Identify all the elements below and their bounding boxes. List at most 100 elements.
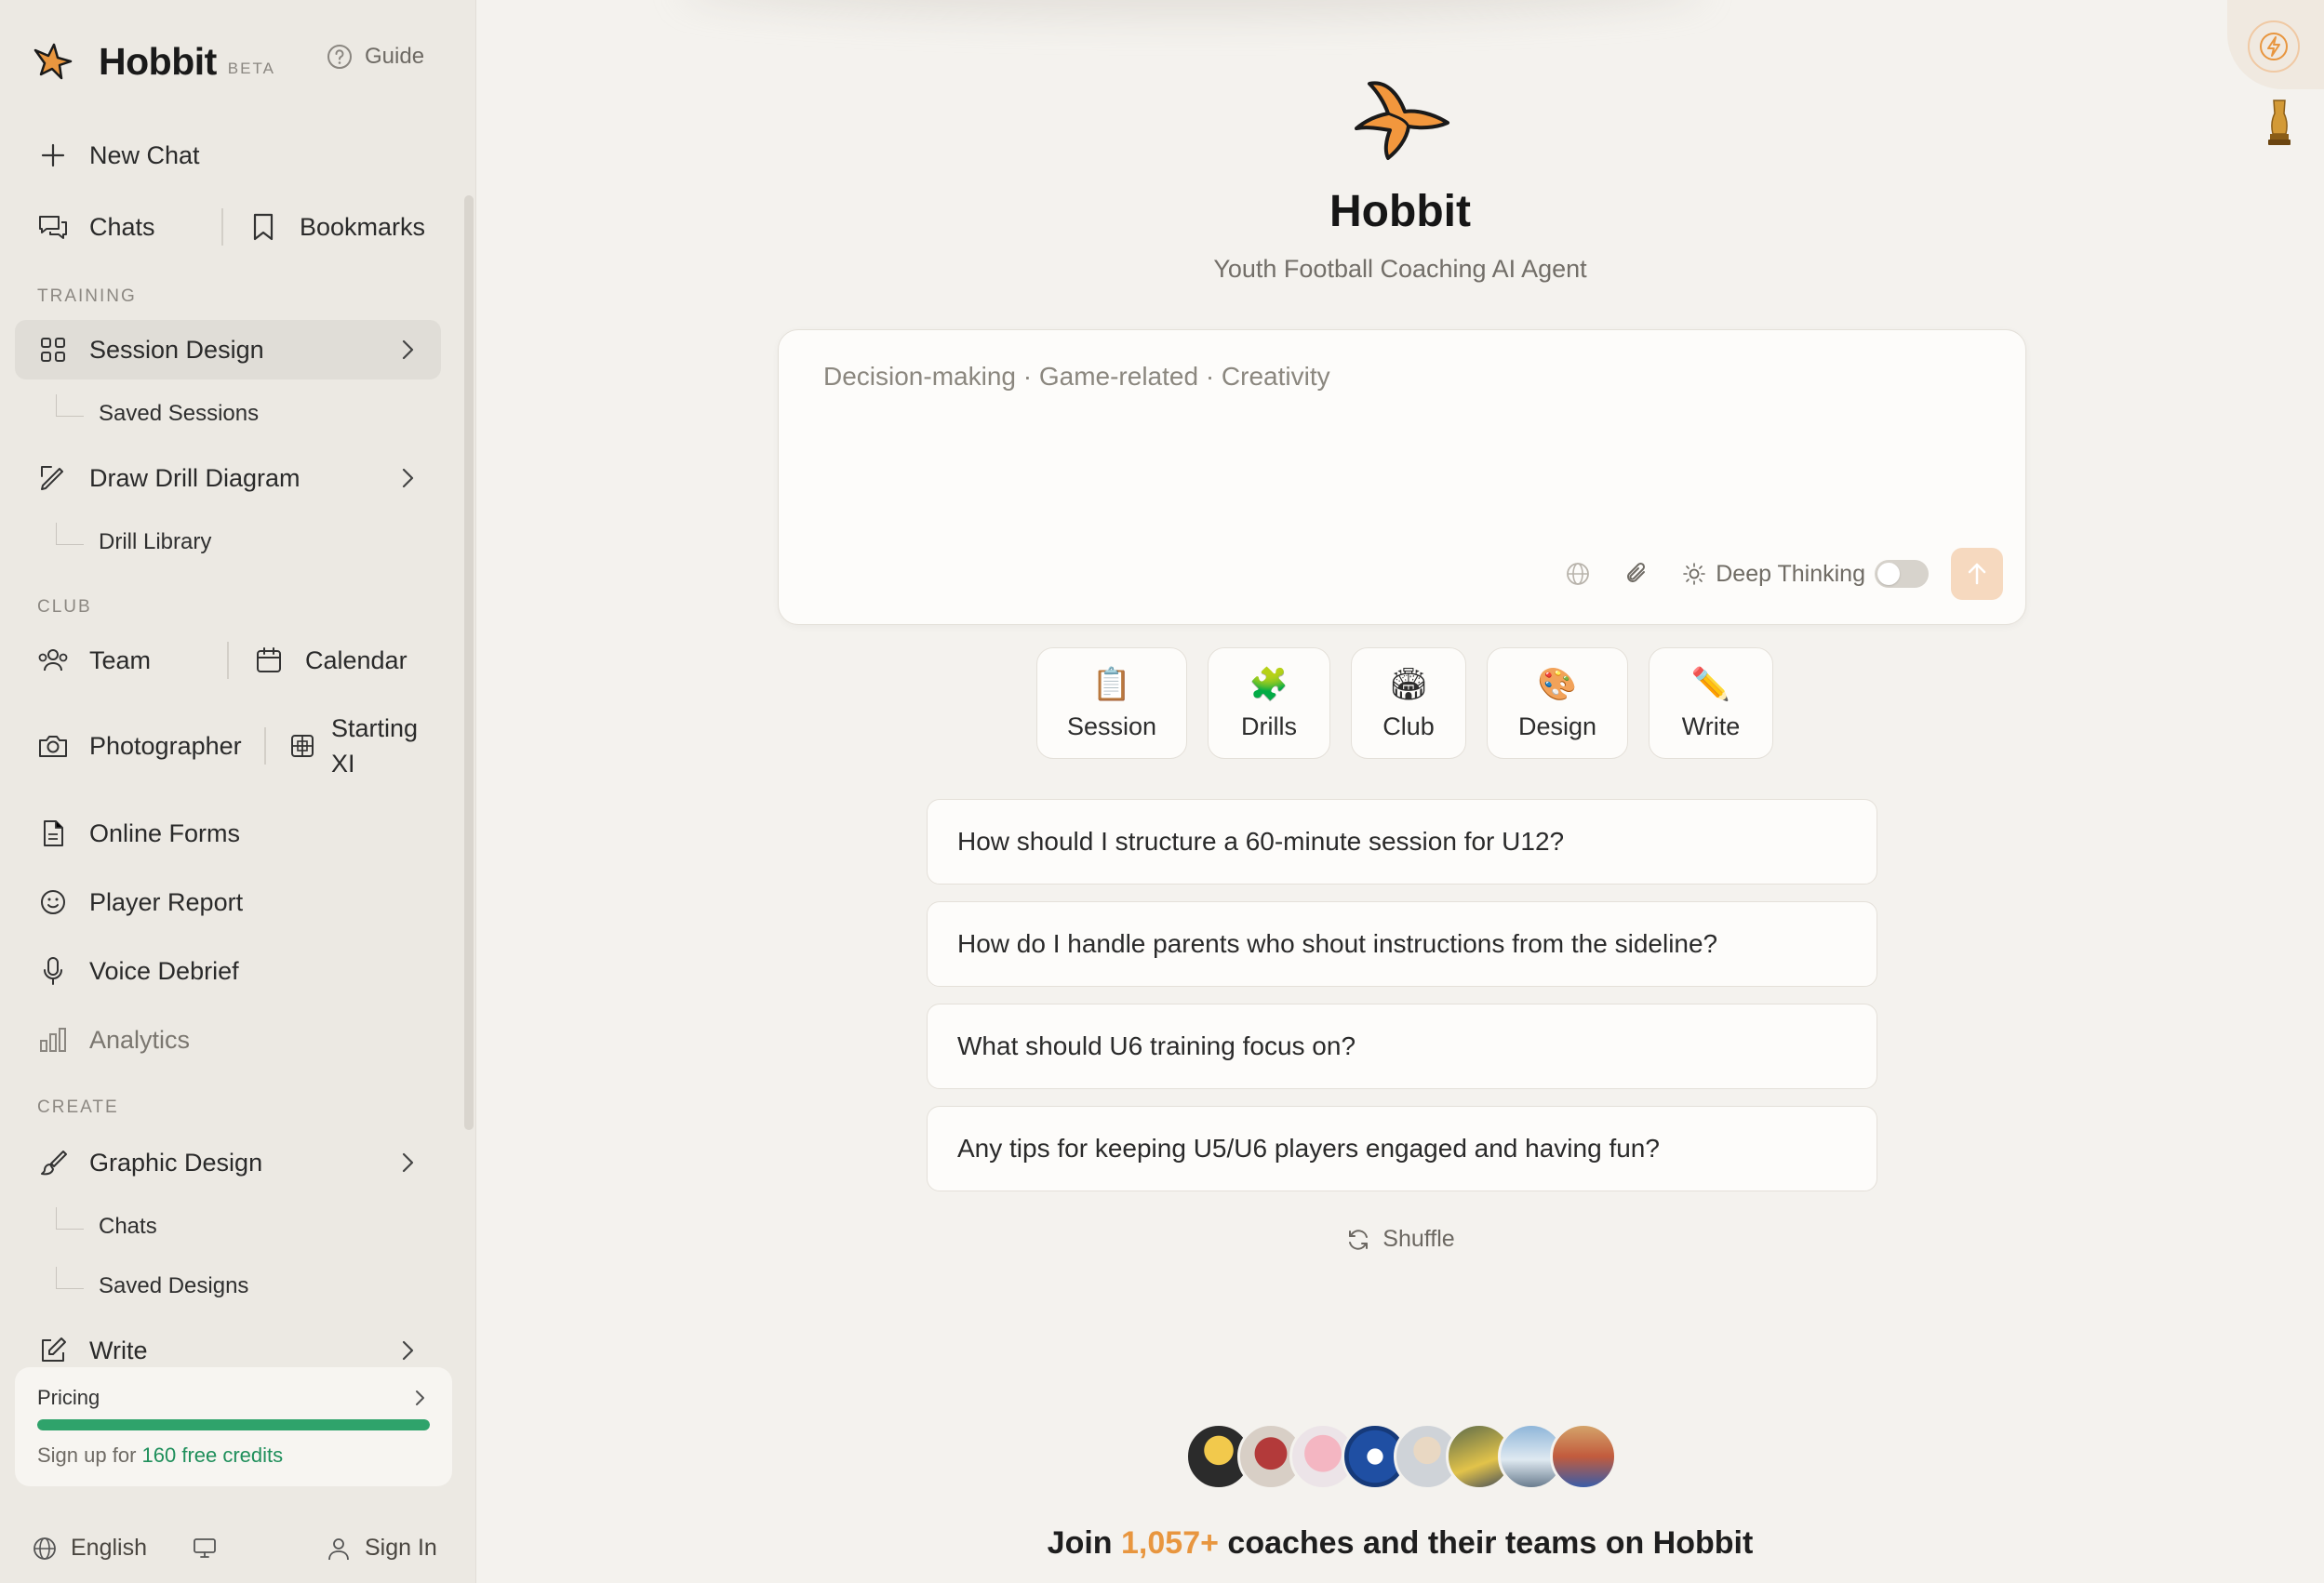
sidebar-item-calendar[interactable]: Calendar: [238, 631, 448, 690]
clipboard-icon: 📋: [1091, 665, 1132, 703]
sidebar-item-graphic-design[interactable]: Graphic Design: [15, 1133, 441, 1192]
user-icon: [328, 1537, 349, 1560]
chats-link[interactable]: Chats: [15, 197, 210, 257]
pricing-card[interactable]: Pricing Sign up for 160 free credits: [15, 1367, 452, 1486]
divider: [264, 727, 266, 765]
suggestion-prompt[interactable]: Any tips for keeping U5/U6 players engag…: [927, 1106, 1877, 1191]
sidebar-item-design-chats[interactable]: Chats: [56, 1204, 157, 1250]
sidebar-item-saved-sessions[interactable]: Saved Sessions: [56, 391, 259, 437]
users-icon: [37, 645, 69, 676]
saved-sessions-label: Saved Sessions: [99, 401, 260, 426]
document-icon: [37, 818, 69, 849]
web-search-icon[interactable]: [1561, 557, 1595, 591]
puzzle-icon: 🧩: [1249, 665, 1289, 703]
composer-tools: Deep Thinking: [1535, 548, 2003, 600]
analytics-label: Analytics: [89, 1025, 191, 1054]
sign-in-button[interactable]: Sign In: [326, 1535, 437, 1562]
guide-label: Guide: [365, 44, 425, 69]
trophy-icon[interactable]: [2263, 97, 2296, 149]
sidebar-item-player-report[interactable]: Player Report: [15, 872, 441, 932]
section-label-club: CLUB: [37, 597, 92, 617]
divider: [227, 642, 229, 679]
credits-progress-fill: [37, 1419, 430, 1430]
sidebar-item-starting-xi[interactable]: Starting XI: [274, 703, 448, 789]
hobbit-logo-icon: [33, 43, 73, 80]
chip-write[interactable]: ✏️ Write: [1649, 647, 1773, 759]
deep-thinking-toggle[interactable]: Deep Thinking: [1682, 560, 1929, 588]
new-chat-button[interactable]: New Chat: [15, 126, 441, 185]
brush-icon: [37, 1147, 69, 1178]
upgrade-button[interactable]: [2227, 0, 2324, 89]
session-design-label: Session Design: [89, 335, 264, 364]
tree-connector: [56, 1207, 84, 1230]
chip-design[interactable]: 🎨 Design: [1487, 647, 1628, 759]
shuffle-button[interactable]: Shuffle: [476, 1226, 2324, 1253]
chevron-right-icon: [402, 1152, 414, 1173]
chat-bubbles-icon: [37, 211, 69, 243]
design-chats-label: Chats: [99, 1214, 157, 1239]
calendar-icon: [253, 645, 285, 676]
brand[interactable]: Hobbit BETA: [30, 35, 275, 87]
sidebar-item-saved-designs[interactable]: Saved Designs: [56, 1263, 248, 1310]
paperclip-icon[interactable]: [1621, 557, 1654, 591]
write-label: Write: [89, 1336, 148, 1364]
chip-session[interactable]: 📋 Session: [1036, 647, 1187, 759]
sidebar: Hobbit BETA Guide New Chat Chats Bookmar…: [0, 0, 476, 1583]
suggestion-prompt[interactable]: How should I structure a 60-minute sessi…: [927, 799, 1877, 885]
guide-link[interactable]: Guide: [326, 43, 424, 71]
chip-label: Drills: [1241, 712, 1297, 740]
free-credits-link[interactable]: 160 free credits: [142, 1443, 284, 1467]
display-settings-button[interactable]: [192, 1535, 231, 1561]
hobbit-hat-logo-icon: [1355, 81, 1449, 160]
suggestion-prompt[interactable]: What should U6 training focus on?: [927, 1004, 1877, 1089]
beta-badge: BETA: [227, 60, 275, 77]
refresh-icon: [1349, 1229, 1369, 1250]
grid-icon: [37, 334, 69, 366]
section-label-training: TRAINING: [37, 286, 137, 306]
coach-count: 1,057+: [1121, 1525, 1219, 1561]
chevron-right-icon: [402, 339, 414, 360]
pencil-icon: ✏️: [1690, 665, 1731, 703]
credits-progress-bar: [37, 1419, 430, 1430]
draw-drill-label: Draw Drill Diagram: [89, 463, 301, 492]
chip-club[interactable]: 🏟 Club: [1351, 647, 1466, 759]
pricing-note: Sign up for 160 free credits: [37, 1443, 283, 1468]
tree-connector: [56, 394, 84, 417]
voice-debrief-label: Voice Debrief: [89, 956, 239, 985]
top-glow: [681, 0, 1704, 19]
online-forms-label: Online Forms: [89, 818, 241, 847]
language-selector[interactable]: English: [32, 1535, 147, 1562]
sidebar-item-draw-drill-diagram[interactable]: Draw Drill Diagram: [15, 448, 441, 508]
bookmarks-link[interactable]: Bookmarks: [233, 197, 448, 257]
tree-connector: [56, 1267, 84, 1289]
send-button[interactable]: [1951, 548, 2003, 600]
sidebar-item-voice-debrief[interactable]: Voice Debrief: [15, 941, 441, 1001]
team-label: Team: [89, 645, 152, 674]
sidebar-item-online-forms[interactable]: Online Forms: [15, 804, 441, 863]
chevron-right-icon: [402, 1340, 414, 1361]
sidebar-item-session-design[interactable]: Session Design: [15, 320, 441, 379]
smile-icon: [37, 886, 69, 918]
lineup-icon: [287, 730, 318, 762]
globe-icon: [33, 1536, 56, 1560]
main-panel: Hobbit Youth Football Coaching AI Agent …: [476, 0, 2324, 1583]
edit-icon: [37, 1335, 69, 1366]
pen-ruler-icon: [37, 462, 69, 494]
deep-thinking-label: Deep Thinking: [1716, 560, 1865, 587]
avatar: [1550, 1423, 1617, 1490]
chip-drills[interactable]: 🧩 Drills: [1208, 647, 1330, 759]
divider: [221, 208, 223, 246]
coach-avatars: [1185, 1423, 1617, 1490]
sidebar-scrollbar[interactable]: [464, 195, 474, 1130]
chat-composer[interactable]: Decision-making · Game-related · Creativ…: [778, 329, 2026, 625]
sidebar-item-drill-library[interactable]: Drill Library: [56, 519, 211, 565]
sidebar-item-photographer[interactable]: Photographer: [15, 716, 264, 776]
deep-thinking-switch[interactable]: [1875, 560, 1929, 588]
section-label-create: CREATE: [37, 1097, 119, 1117]
suggestion-prompt[interactable]: How do I handle parents who shout instru…: [927, 901, 1877, 987]
lightbulb-icon: [1683, 563, 1706, 585]
language-label: English: [71, 1535, 147, 1561]
sidebar-item-team[interactable]: Team: [15, 631, 210, 690]
sidebar-item-analytics[interactable]: Analytics: [15, 1010, 441, 1070]
composer-placeholder[interactable]: Decision-making · Game-related · Creativ…: [823, 362, 1330, 392]
